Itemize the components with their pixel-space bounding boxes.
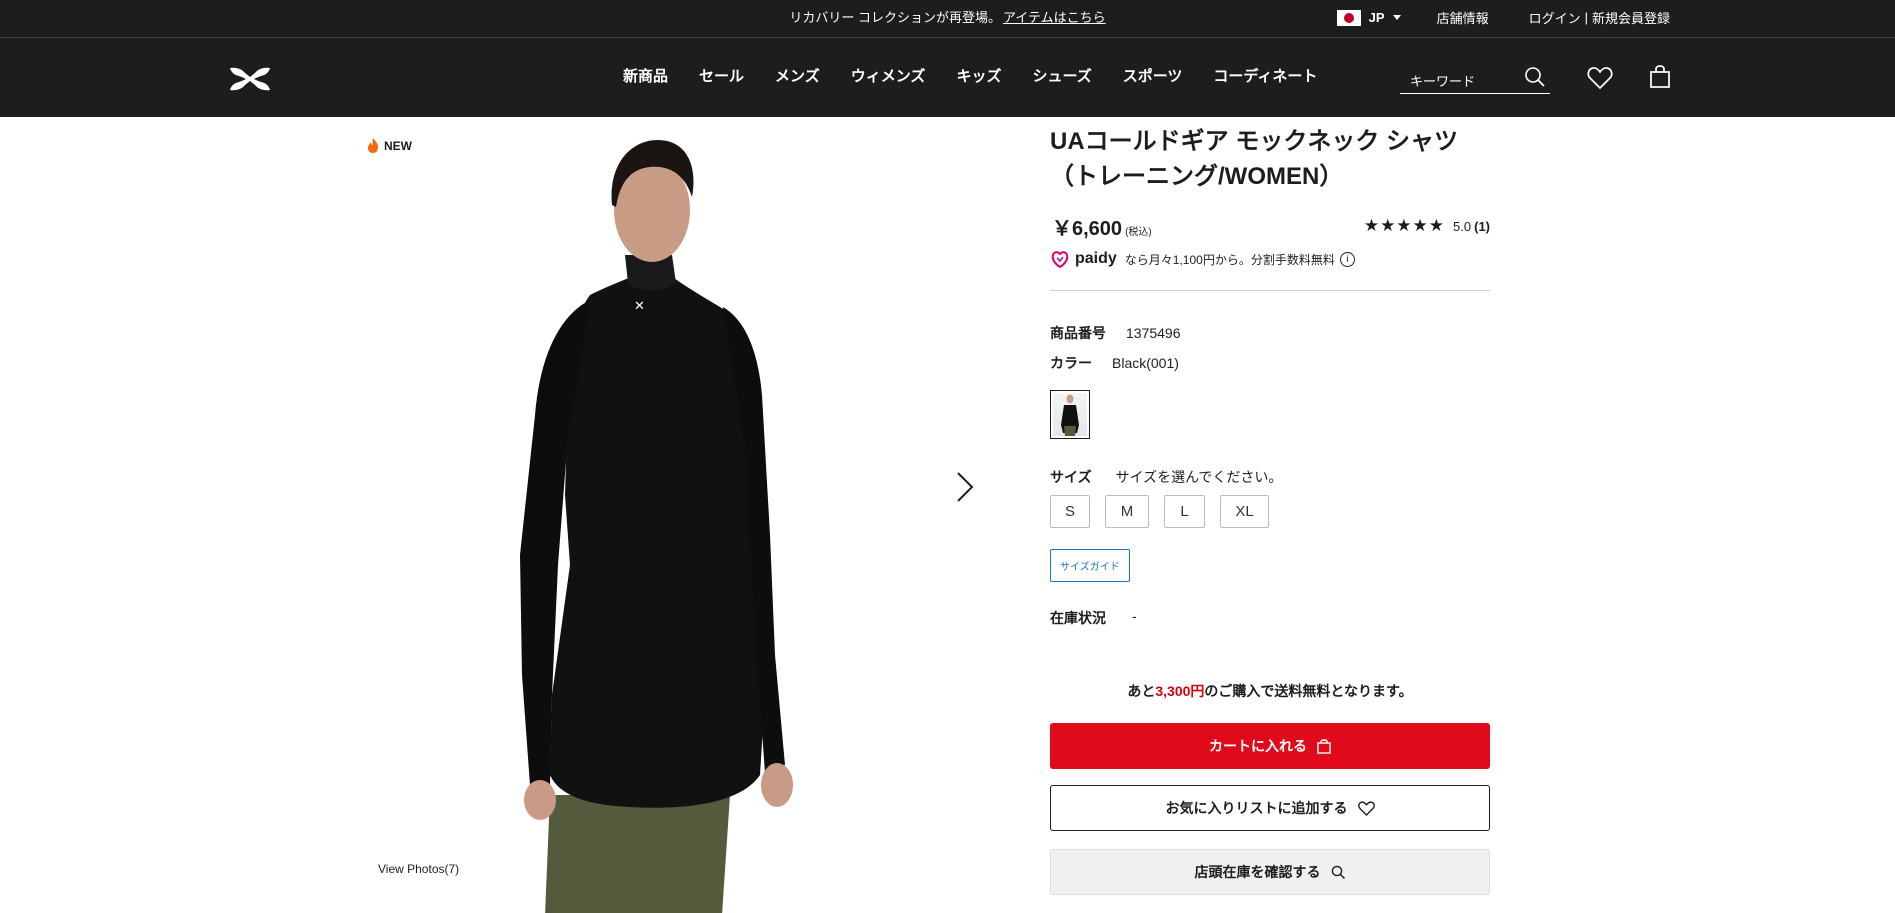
product-title-line1: UAコールドギア モックネック シャツ (1050, 128, 1458, 155)
announcement-text: リカバリー コレクションが再登場。 (789, 10, 1001, 25)
cart-bag-icon (1317, 738, 1331, 754)
paidy-logo-icon (1051, 251, 1069, 269)
divider (1050, 290, 1490, 291)
search-icon (1331, 865, 1345, 879)
shipping-amount: 3,300円 (1155, 683, 1205, 699)
size-guide-button[interactable]: サイズガイド (1050, 549, 1130, 582)
item-number-value: 1375496 (1126, 325, 1181, 341)
cart-bag-icon[interactable] (1649, 65, 1671, 89)
product-title-line2: （トレーニング/WOMEN） (1050, 163, 1344, 190)
nav-item-womens[interactable]: ウィメンズ (851, 65, 926, 86)
next-image-arrow-icon[interactable] (953, 470, 977, 504)
nav-item-shoes[interactable]: シューズ (1032, 65, 1091, 86)
stock-value: - (1132, 608, 1137, 624)
add-to-wishlist-button[interactable]: お気に入りリストに追加する (1050, 785, 1490, 831)
nav-item-new[interactable]: 新商品 (623, 65, 668, 86)
heart-icon (1357, 800, 1375, 816)
divider: | (1584, 10, 1588, 25)
price-tax-note: (税込) (1125, 227, 1152, 238)
add-to-cart-button[interactable]: カートに入れる (1050, 723, 1490, 769)
nav-item-kids[interactable]: キッズ (956, 65, 1001, 86)
svg-text:✕: ✕ (634, 299, 645, 314)
swatch-thumbnail (1053, 393, 1087, 436)
paidy-installment-info: paidy なら月々1,100円から。分割手数料無料 i (1050, 246, 1490, 272)
size-option-s[interactable]: S (1050, 495, 1090, 528)
top-announcement-bar: リカバリー コレクションが再登場。 アイテムはこちら JP 店舗情報 ログイン |… (0, 0, 1895, 37)
stock-status: 在庫状況 - (1050, 608, 1490, 628)
search-icon[interactable] (1524, 66, 1546, 88)
flame-icon (368, 138, 378, 153)
japan-flag-icon[interactable] (1336, 9, 1361, 26)
swatch-image (1061, 394, 1079, 436)
size-prompt: サイズを選んでください。 (1115, 469, 1283, 485)
nav-item-sports[interactable]: スポーツ (1123, 65, 1183, 86)
check-store-stock-label: 店頭在庫を確認する (1194, 864, 1321, 880)
item-number-row: 商品番号 1375496 (1050, 318, 1490, 348)
add-to-wishlist-label: お気に入りリストに追加する (1165, 800, 1348, 816)
under-armour-logo-icon[interactable] (228, 66, 272, 92)
item-number-label: 商品番号 (1050, 325, 1106, 341)
color-swatch-black[interactable] (1050, 390, 1090, 439)
stock-label: 在庫状況 (1050, 610, 1106, 626)
new-badge: NEW (366, 137, 412, 154)
nav-item-mens[interactable]: メンズ (775, 65, 820, 86)
check-store-stock-button[interactable]: 店頭在庫を確認する (1050, 849, 1490, 895)
shipping-suffix: のご購入で送料無料となります。 (1204, 683, 1413, 699)
view-photos-link[interactable]: View Photos(7) (378, 862, 459, 876)
nav-item-sale[interactable]: セール (699, 65, 744, 86)
price-row: ￥6,600 (税込) ★★★★★ 5.0 (1) (1050, 206, 1490, 246)
price-value: ￥6,600 (1052, 218, 1123, 240)
color-row: カラー Black(001) (1050, 348, 1490, 378)
size-option-l[interactable]: L (1164, 495, 1205, 528)
paidy-brand: paidy (1075, 250, 1117, 267)
product-meta: 商品番号 1375496 カラー Black(001) (1050, 318, 1490, 378)
size-selector: サイズ サイズを選んでください。 S M L XL (1050, 467, 1490, 528)
rating-count: (1) (1474, 218, 1490, 234)
product-photo[interactable]: ✕ (440, 135, 840, 913)
info-icon[interactable]: i (1339, 251, 1355, 267)
nav-item-coordinate[interactable]: コーディネート (1213, 65, 1317, 86)
announcement-link[interactable]: アイテムはこちら (1003, 10, 1106, 25)
search-input[interactable]: キーワード (1400, 62, 1550, 94)
language-selector[interactable]: JP (1369, 10, 1385, 25)
chevron-down-icon[interactable] (1392, 15, 1401, 20)
size-options: S M L XL (1050, 495, 1490, 528)
wishlist-heart-icon[interactable] (1587, 66, 1613, 90)
rating-value: 5.0 (1453, 218, 1472, 234)
add-to-cart-label: カートに入れる (1209, 738, 1307, 754)
free-shipping-notice: あと3,300円のご購入で送料無料となります。 (1050, 681, 1490, 701)
product-title: UAコールドギア モックネック シャツ （トレーニング/WOMEN） (1050, 124, 1490, 194)
rating-stars: ★★★★★ (1363, 216, 1446, 235)
login-link[interactable]: ログイン (1529, 8, 1581, 27)
shipping-prefix: あと (1127, 683, 1156, 699)
product-rating[interactable]: ★★★★★ 5.0 (1) (1364, 216, 1490, 236)
size-label: サイズ (1050, 469, 1092, 485)
store-info-link[interactable]: 店舗情報 (1437, 8, 1489, 27)
product-gallery: NEW ✕ View Photos(7) (360, 117, 980, 913)
new-badge-label: NEW (384, 138, 412, 153)
paidy-text: なら月々1,100円から。分割手数料無料 (1124, 252, 1335, 267)
main-navigation: 新商品 セール メンズ ウィメンズ キッズ シューズ スポーツ コーディネート … (0, 37, 1895, 117)
product-price: ￥6,600 (税込) (1052, 212, 1152, 241)
search-placeholder: キーワード (1410, 74, 1476, 89)
nav-menu: 新商品 セール メンズ ウィメンズ キッズ シューズ スポーツ コーディネート (623, 65, 1348, 86)
topbar-utilities: JP 店舗情報 ログイン | 新規会員登録 (1336, 8, 1670, 27)
size-option-m[interactable]: M (1105, 495, 1149, 528)
size-option-xl[interactable]: XL (1220, 495, 1269, 528)
color-value: Black(001) (1112, 355, 1179, 371)
product-info: UAコールドギア モックネック シャツ （トレーニング/WOMEN） ￥6,60… (1050, 117, 1490, 895)
color-label: カラー (1050, 355, 1092, 371)
register-link[interactable]: 新規会員登録 (1592, 8, 1670, 27)
